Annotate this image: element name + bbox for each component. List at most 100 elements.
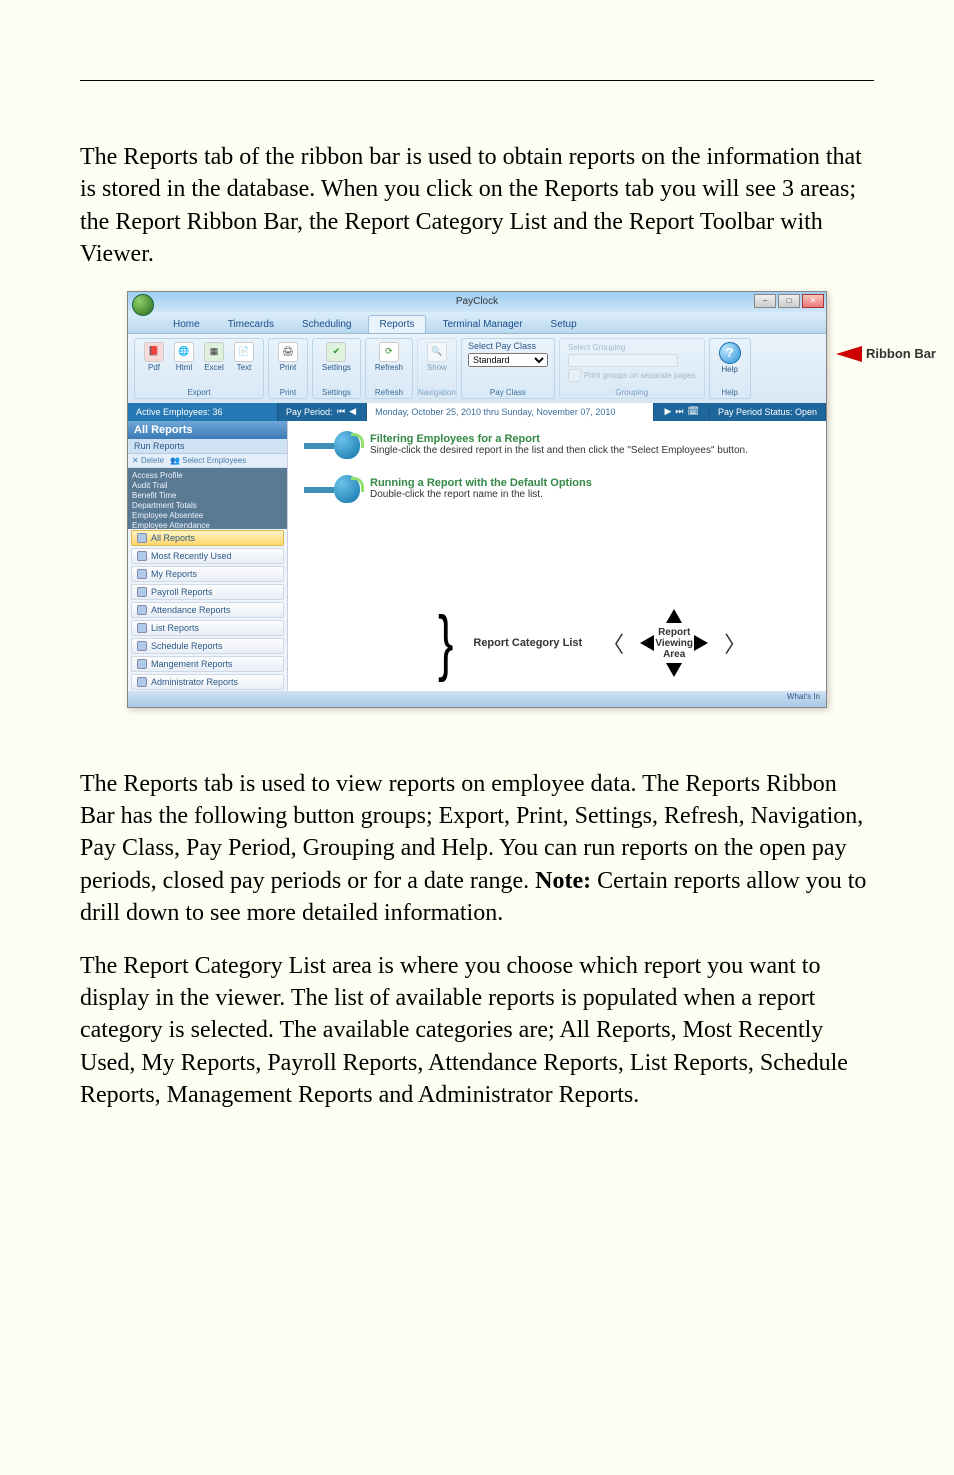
export-pdf-button[interactable]: 📕Pdf	[141, 341, 167, 373]
help-button[interactable]: ?Help	[716, 341, 744, 375]
chevron-right-icon: 〉	[724, 627, 746, 659]
cat-management-reports[interactable]: Mangement Reports	[131, 656, 284, 672]
first-period-button[interactable]: ⏮	[335, 406, 347, 417]
group-grouping-label: Grouping	[560, 388, 704, 397]
whats-in-link[interactable]: What's In	[787, 692, 820, 701]
grouping-checkbox-label: Print groups on separate pages	[584, 371, 696, 380]
cat-administrator-reports[interactable]: Administrator Reports	[131, 674, 284, 690]
group-help-label: Help	[710, 388, 750, 397]
ribbon-tabs: Home Timecards Scheduling Reports Termin…	[128, 312, 826, 334]
window-title: PayClock	[456, 296, 498, 307]
callout-category-list: Report Category List	[473, 637, 582, 649]
intro-paragraph: The Reports tab of the ribbon bar is use…	[80, 141, 874, 271]
tab-terminal-manager[interactable]: Terminal Manager	[432, 315, 534, 333]
payclock-window: PayClock – □ ✕ Home Timecards Scheduling…	[127, 291, 827, 708]
left-panel-title: All Reports	[128, 421, 287, 439]
tab-reports[interactable]: Reports	[368, 315, 425, 333]
cat-all-reports[interactable]: All Reports	[131, 530, 284, 546]
payperiod-status: Pay Period Status: Open	[710, 403, 826, 421]
callouts: } Report Category List 〈 Report Viewing …	[438, 613, 746, 673]
cat-attendance-reports[interactable]: Attendance Reports	[131, 602, 284, 618]
instruction-run: Running a Report with the Default Option…	[304, 475, 810, 503]
instruction-filter: Filtering Employees for a Report Single-…	[304, 431, 810, 459]
report-item[interactable]: Employee Absentee	[132, 511, 283, 521]
tab-scheduling[interactable]: Scheduling	[291, 315, 362, 333]
payclass-caption: Select Pay Class	[468, 341, 548, 351]
group-export: 📕Pdf 🌐Html ▦Excel 📄Text Export	[134, 338, 264, 399]
group-print-label: Print	[269, 388, 307, 397]
list-icon	[137, 623, 147, 633]
last-period-button[interactable]: ⏭	[673, 406, 685, 417]
ribbon-bar: 📕Pdf 🌐Html ▦Excel 📄Text Export 🖨Print Pr…	[128, 334, 826, 403]
refresh-icon: ⟳	[379, 342, 399, 362]
prev-period-button[interactable]: ◀	[347, 406, 358, 417]
text-icon: 📄	[234, 342, 254, 362]
schedule-icon	[137, 641, 147, 651]
report-item[interactable]: Access Profile	[132, 471, 283, 481]
paragraph-2: The Reports tab is used to view reports …	[80, 768, 874, 930]
four-arrows-icon: Report Viewing Area	[644, 613, 704, 673]
group-help: ?Help Help	[709, 338, 751, 399]
screenshot-figure: PayClock – □ ✕ Home Timecards Scheduling…	[80, 291, 874, 708]
status-row: Active Employees: 36 Pay Period: ⏮ ◀ Mon…	[128, 403, 826, 421]
group-settings: ✔Settings Settings	[312, 338, 361, 399]
shield-icon	[137, 677, 147, 687]
refresh-button[interactable]: ⟳Refresh	[372, 341, 406, 373]
report-item[interactable]: Employee Attendance	[132, 521, 283, 529]
filter-body: Single-click the desired report in the l…	[370, 445, 748, 456]
note-bold: Note:	[535, 868, 591, 894]
group-settings-label: Settings	[313, 388, 360, 397]
report-item[interactable]: Department Totals	[132, 501, 283, 511]
star-icon	[137, 569, 147, 579]
delete-report-link[interactable]: ✕ Delete	[132, 456, 164, 465]
export-excel-button[interactable]: ▦Excel	[201, 341, 227, 373]
settings-button[interactable]: ✔Settings	[319, 341, 354, 373]
run-reports-label: Run Reports	[128, 439, 287, 454]
run-body: Double-click the report name in the list…	[370, 489, 592, 500]
chart-icon	[137, 659, 147, 669]
group-navigation: 🔍Show Navigation	[417, 338, 457, 399]
brace-icon: }	[438, 620, 453, 664]
cat-list-reports[interactable]: List Reports	[131, 620, 284, 636]
cat-most-recently-used[interactable]: Most Recently Used	[131, 548, 284, 564]
app-orb-icon[interactable]	[132, 294, 154, 316]
calendar-button[interactable]: 🗓	[686, 406, 701, 417]
status-bar: What's In	[128, 691, 826, 707]
select-employees-link[interactable]: 👥 Select Employees	[170, 456, 246, 465]
gear-icon: ✔	[326, 342, 346, 362]
excel-icon: ▦	[204, 342, 224, 362]
cat-my-reports[interactable]: My Reports	[131, 566, 284, 582]
grouping-caption: Select Grouping	[568, 343, 696, 352]
report-item[interactable]: Benefit Time	[132, 491, 283, 501]
export-text-button[interactable]: 📄Text	[231, 341, 257, 373]
window-titlebar: PayClock – □ ✕	[128, 292, 826, 312]
maximize-button[interactable]: □	[778, 294, 800, 308]
group-refresh-label: Refresh	[366, 388, 412, 397]
tab-home[interactable]: Home	[162, 315, 211, 333]
export-html-button[interactable]: 🌐Html	[171, 341, 197, 373]
report-item[interactable]: Audit Trail	[132, 481, 283, 491]
grouping-checkbox	[568, 369, 581, 382]
group-grouping: Select Grouping Print groups on separate…	[559, 338, 705, 399]
filter-title: Filtering Employees for a Report	[370, 433, 748, 445]
top-rule	[80, 80, 874, 81]
tab-timecards[interactable]: Timecards	[217, 315, 285, 333]
paragraph-3: The Report Category List area is where y…	[80, 950, 874, 1112]
app-body: All Reports Run Reports ✕ Delete 👥 Selec…	[128, 421, 826, 691]
minimize-button[interactable]: –	[754, 294, 776, 308]
thumb-icon	[334, 431, 360, 459]
report-list[interactable]: Access Profile Audit Trail Benefit Time …	[128, 468, 287, 529]
pdf-icon: 📕	[144, 342, 164, 362]
cat-payroll-reports[interactable]: Payroll Reports	[131, 584, 284, 600]
navigation-show-button: 🔍Show	[424, 341, 450, 373]
report-toolbar: ✕ Delete 👥 Select Employees	[128, 454, 287, 468]
group-export-label: Export	[135, 388, 263, 397]
next-period-button[interactable]: ▶	[662, 406, 673, 417]
tab-setup[interactable]: Setup	[540, 315, 588, 333]
payperiod-range: Monday, October 25, 2010 thru Sunday, No…	[367, 403, 654, 421]
payclass-select[interactable]: Standard	[468, 353, 548, 367]
print-button[interactable]: 🖨Print	[275, 341, 301, 373]
run-title: Running a Report with the Default Option…	[370, 477, 592, 489]
cat-schedule-reports[interactable]: Schedule Reports	[131, 638, 284, 654]
close-button[interactable]: ✕	[802, 294, 824, 308]
